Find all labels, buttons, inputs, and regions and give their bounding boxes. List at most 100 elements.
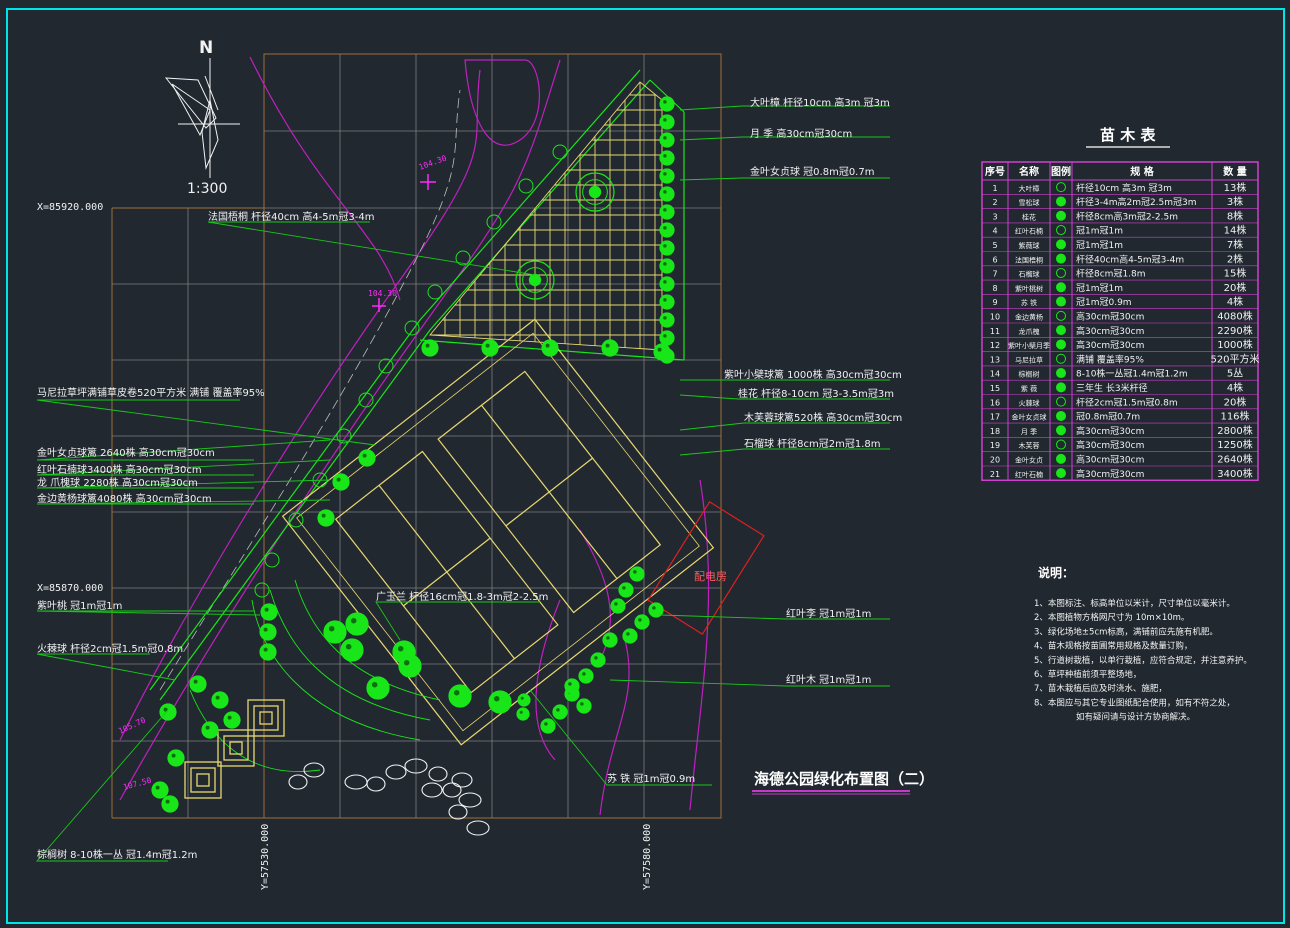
stepping-stone [344,774,368,790]
callout-palm: 棕榈树 8-10株一丛 冠1.4m冠1.2m [37,848,197,861]
table-cell: 龙爪槐 [1019,327,1040,336]
leader-line [36,399,376,446]
callout-pagoda-tree: 龙 爪槐球 2280株 高30cm冠30cm [37,476,198,489]
tree-symbol [448,684,472,708]
tree-symbol [398,654,422,678]
tree-symbol [345,612,369,636]
table-cell: 高30cm冠30cm [1076,311,1144,323]
table-cell: 高30cm冠30cm [1076,439,1144,451]
table-cell: 三年生 长3米杆径 [1076,382,1148,394]
table-legend-symbol [1056,239,1066,250]
coord-y-right: Y=57580.000 [642,824,653,890]
tree-symbol [659,258,675,274]
planting-grid [111,53,722,819]
table-legend-symbol [1056,439,1066,450]
table-cell: 紫薇球 [1019,241,1040,250]
tree-symbol [590,652,606,668]
callout-firethorn: 火棘球 杆径2cm冠1.5m冠0.8m [37,642,183,655]
tree-symbol [211,691,229,709]
table-cell: 4株 [1227,381,1243,394]
callout-rose: 月 季 高30cm冠30cm [750,127,852,140]
table-cell: 9 [992,298,997,307]
tree-symbol [564,678,580,694]
shrub-outline [427,284,443,300]
table-cell: 石榴球 [1019,270,1040,279]
tree-symbol [541,339,559,357]
tree-symbol [517,693,531,707]
table-cell: 14株 [1224,224,1247,237]
table-cell: 大叶樟 [1019,184,1040,193]
elevation-3: 105.70 [117,715,147,735]
table-header-cell: 图例 [1051,165,1071,178]
table-cell: 12 [990,341,1000,350]
table-cell: 20株 [1224,395,1247,408]
table-header-cell: 序号 [985,165,1005,178]
coord-x-top: X=85920.000 [37,202,103,213]
tree-symbol [659,240,675,256]
tree-symbol [151,781,169,799]
table-cell: 金边黄杨 [1015,313,1043,322]
table-legend-symbol [1056,282,1066,293]
tree-symbol [481,339,499,357]
tree-symbol [659,150,675,166]
tree-symbol [601,339,619,357]
table-cell: 10 [990,313,1000,322]
table-cell: 高30cm冠30cm [1076,325,1144,337]
callout-hibiscus: 木芙蓉球篱520株 高30cm冠30cm [744,411,902,424]
plaza-outline [429,81,663,351]
table-cell: 17 [990,413,1000,422]
table-title: 苗 木 表 [1100,126,1156,144]
table-cell: 1000株 [1217,338,1252,351]
table-cell: 冠1m冠1m [1076,240,1123,251]
tree-symbol [618,582,634,598]
tree-symbol [201,721,219,739]
table-cell: 6 [992,255,997,264]
note-item: 4、苗木规格按苗圃常用规格及数量订购， [1034,641,1192,652]
callout-privet-ball: 金叶女贞球 冠0.8m冠0.7m [750,165,874,178]
table-cell: 7 [992,270,997,279]
tree-symbol [629,566,645,582]
callout-privet-hedge: 金叶女贞球篱 2640株 高30cm冠30cm [37,446,215,459]
tree-symbol [659,312,675,328]
shrub-outline [254,582,270,598]
table-cell: 红叶石楠 [1015,470,1043,479]
elevation-1: 104.30 [418,153,448,171]
table-cell: 法国梧桐 [1015,255,1043,264]
stepping-stone [421,782,443,798]
tree-symbol [421,339,439,357]
table-cell: 2株 [1227,252,1243,265]
leader-line [679,177,890,181]
table-cell: 1 [992,184,997,193]
nursery-stock-table: 序号 名称 图例 规 格 数 量 1 大叶樟 杆径10cm 高3m 冠3m 13株 2 雪松球 杆径3… [981,161,1260,482]
note-item: 5、行道树栽植，以单行栽植，应符合规定，并注意养护。 [1034,655,1252,666]
shrub-outline [552,144,568,160]
table-cell: 7株 [1227,238,1243,251]
tree-symbol [340,638,364,662]
table-cell: 冠1m冠1m [1076,226,1123,237]
table-legend-symbol [1056,296,1066,307]
tree-symbol [167,749,185,767]
tree-symbol [552,704,568,720]
stepping-stone [458,792,482,808]
table-legend-symbol [1056,325,1066,336]
note-item: 8、本图应与其它专业图纸配合使用，如有不符之处， [1034,697,1235,708]
table-legend-symbol [1056,182,1066,193]
table-cell: 紫 薇 [1021,384,1037,393]
note-item: 7、苗木栽植后应及时浇水、施肥， [1034,683,1167,694]
table-legend-symbol [1056,210,1066,221]
stepping-stone [442,782,462,798]
table-legend-symbol [1056,453,1066,464]
tree-symbol [516,707,530,721]
leader-line [375,601,540,641]
table-legend-symbol [1056,353,1066,364]
leader-line [207,221,536,276]
table-cell: 冠0.8m冠0.7m [1076,412,1140,423]
table-cell: 紫叶桃树 [1015,284,1043,293]
table-cell: 3 [992,212,997,221]
table-cell: 高30cm冠30cm [1076,339,1144,351]
table-cell: 116株 [1220,410,1249,423]
table-cell: 金叶女贞球 [1012,413,1047,422]
table-cell: 19 [990,441,1000,450]
table-header-cell: 名称 [1019,165,1039,178]
scale-label: 1:300 [187,181,227,197]
